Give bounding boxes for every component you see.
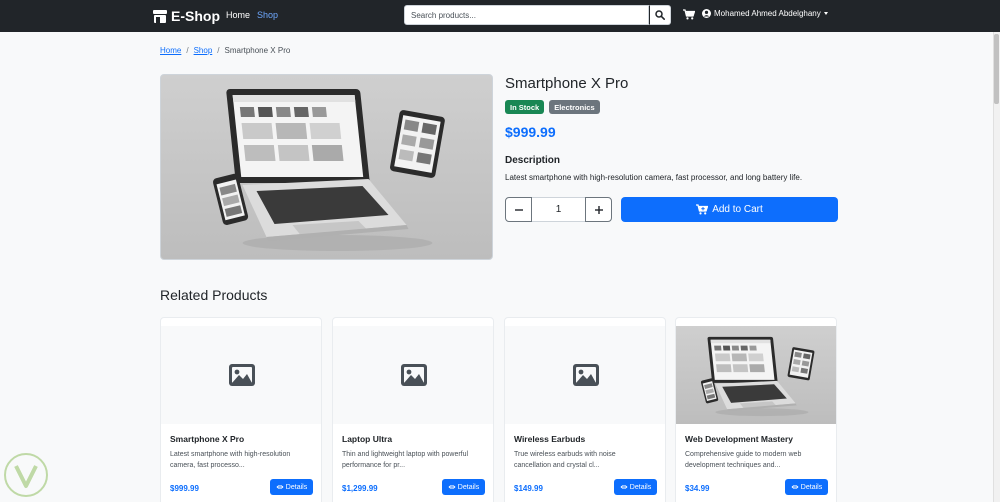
product-card: Laptop Ultra Thin and lightweight laptop…	[332, 317, 494, 502]
card-price: $34.99	[685, 484, 710, 493]
quantity-input[interactable]	[532, 197, 585, 222]
search-input[interactable]	[404, 5, 649, 25]
user-name: Mohamed Ahmed Abdelghany	[714, 9, 821, 18]
details-label: Details	[629, 483, 652, 491]
card-description-line: Comprehensive guide to modern web	[685, 451, 802, 458]
breadcrumb-current: Smartphone X Pro	[224, 46, 291, 55]
card-title: Laptop Ultra	[342, 434, 393, 444]
add-to-cart-label: Add to Cart	[712, 204, 763, 215]
increase-quantity-button[interactable]	[585, 197, 612, 222]
eye-icon	[276, 484, 284, 490]
plus-icon	[594, 205, 603, 214]
card-description-line: performance for pr...	[342, 462, 406, 469]
card-price: $149.99	[514, 484, 543, 493]
product-badges: In Stock Electronics	[505, 100, 600, 114]
eye-icon	[448, 484, 456, 490]
category-badge: Electronics	[549, 100, 600, 114]
cart-icon[interactable]	[683, 9, 695, 20]
search-icon	[655, 10, 665, 20]
eye-icon	[791, 484, 799, 490]
breadcrumb-home[interactable]: Home	[160, 46, 181, 55]
search-form	[404, 5, 671, 25]
card-description: Latest smartphone with high-resolution c…	[170, 449, 314, 471]
product-image	[160, 74, 493, 260]
card-description-line: True wireless earbuds with noise	[514, 451, 616, 458]
card-description: Thin and lightweight laptop with powerfu…	[342, 449, 486, 471]
card-title: Smartphone X Pro	[170, 434, 245, 444]
description-text: Latest smartphone with high-resolution c…	[505, 173, 803, 182]
image-placeholder-icon	[401, 364, 427, 386]
search-button[interactable]	[649, 5, 671, 25]
stock-badge: In Stock	[505, 100, 545, 114]
product-photo	[161, 75, 493, 260]
cart-plus-icon	[696, 204, 709, 215]
product-card: Smartphone X Pro Latest smartphone with …	[160, 317, 322, 502]
details-button[interactable]: Details	[614, 479, 657, 495]
card-product-photo	[676, 330, 837, 421]
card-description: True wireless earbuds with noise cancell…	[514, 449, 658, 471]
product-card: Web Development Mastery Comprehensive gu…	[675, 317, 837, 502]
card-image	[676, 326, 837, 424]
details-button[interactable]: Details	[270, 479, 313, 495]
details-label: Details	[800, 483, 823, 491]
navbar: E-Shop Home Shop Mohamed Ahmed Abdelghan…	[0, 0, 1000, 32]
breadcrumb-shop[interactable]: Shop	[194, 46, 213, 55]
quantity-stepper	[505, 197, 612, 222]
card-description: Comprehensive guide to modern web develo…	[685, 449, 829, 471]
scrollbar-thumb[interactable]	[994, 34, 999, 104]
add-to-cart-button[interactable]: Add to Cart	[621, 197, 838, 222]
card-description-line: camera, fast processo...	[170, 462, 245, 469]
card-price: $999.99	[170, 484, 199, 493]
related-products-heading: Related Products	[160, 287, 268, 303]
user-menu-dropdown[interactable]: Mohamed Ahmed Abdelghany	[702, 9, 828, 18]
nav-link-home[interactable]: Home	[226, 10, 250, 20]
store-icon	[153, 9, 167, 23]
card-price: $1,299.99	[342, 484, 378, 493]
product-card: Wireless Earbuds True wireless earbuds w…	[504, 317, 666, 502]
card-description-line: Thin and lightweight laptop with powerfu…	[342, 451, 469, 458]
chevron-down-icon	[823, 12, 828, 15]
minus-icon	[514, 208, 523, 211]
card-image-placeholder	[161, 326, 321, 424]
image-placeholder-icon	[573, 364, 599, 386]
product-price: $999.99	[505, 124, 556, 140]
card-description-line: Latest smartphone with high-resolution	[170, 451, 291, 458]
card-title: Wireless Earbuds	[514, 434, 586, 444]
eye-icon	[620, 484, 628, 490]
details-button[interactable]: Details	[442, 479, 485, 495]
decrease-quantity-button[interactable]	[505, 197, 532, 222]
details-label: Details	[285, 483, 308, 491]
breadcrumb-separator: /	[217, 46, 220, 55]
breadcrumb: Home / Shop / Smartphone X Pro	[160, 46, 290, 55]
brand-link[interactable]: E-Shop	[153, 7, 220, 25]
user-circle-icon	[702, 9, 711, 18]
brand-name: E-Shop	[171, 8, 220, 24]
breadcrumb-separator: /	[186, 46, 189, 55]
card-image-placeholder	[333, 326, 493, 424]
card-title: Web Development Mastery	[685, 434, 794, 444]
watermark-logo	[4, 453, 48, 497]
card-description-line: cancellation and crystal cl...	[514, 462, 600, 469]
product-title: Smartphone X Pro	[505, 75, 629, 92]
details-label: Details	[457, 483, 480, 491]
details-button[interactable]: Details	[785, 479, 828, 495]
nav-link-shop[interactable]: Shop	[257, 10, 278, 20]
image-placeholder-icon	[229, 364, 255, 386]
card-description-line: development techniques and...	[685, 462, 781, 469]
card-image-placeholder	[505, 326, 665, 424]
description-heading: Description	[505, 155, 561, 166]
